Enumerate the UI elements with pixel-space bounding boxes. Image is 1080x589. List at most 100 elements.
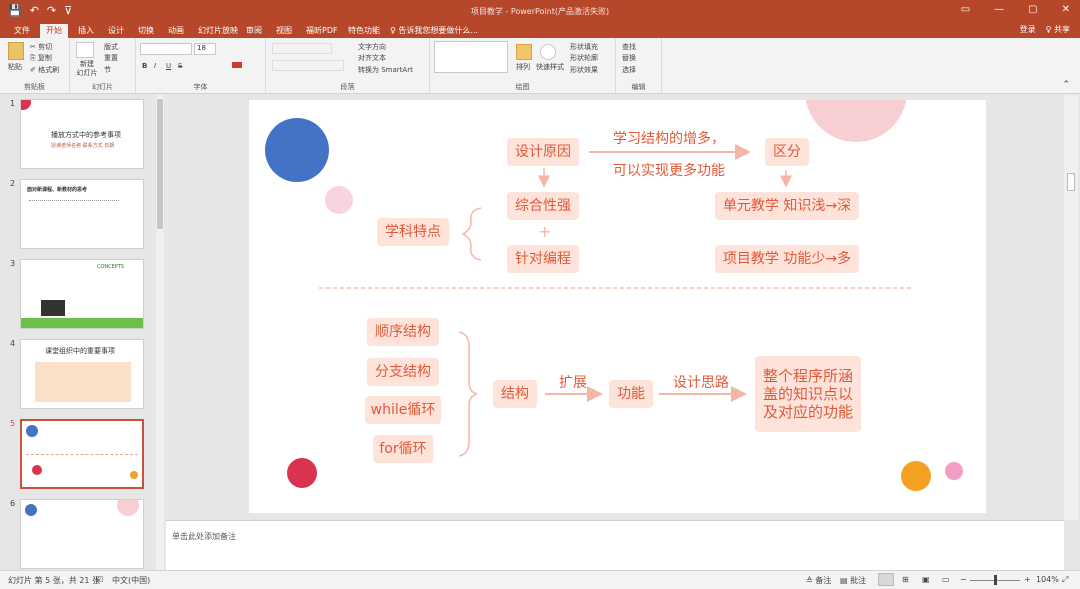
slide-sorter-icon[interactable]: ⊞ [902,575,909,584]
unit-teaching-box[interactable]: 单元教学 知识浅→深 [715,192,859,220]
close-icon[interactable]: ✕ [1062,4,1070,15]
group-drawing: 排列 快速样式 形状填充 形状轮廓 形状效果 绘图 [430,38,616,94]
reading-view-icon[interactable]: ▣ [922,575,930,584]
shape-outline-button[interactable]: 形状轮廓 [570,53,598,63]
structure-box[interactable]: 结构 [493,380,537,408]
format-painter-button[interactable]: ✐ 格式刷 [30,65,59,75]
normal-view-icon[interactable] [878,573,894,586]
new-slide-icon[interactable] [76,42,94,58]
notes-pane[interactable]: 单击此处添加备注 [166,520,1064,570]
tab-review[interactable]: 审阅 [240,24,268,38]
editor-scrollbar[interactable] [1064,95,1078,520]
arrange-button[interactable]: 排列 [516,62,530,72]
scroll-thumb[interactable] [157,99,163,229]
tab-file[interactable]: 文件 [8,24,36,38]
zoom-slider-thumb[interactable] [994,575,997,585]
slide-thumbnail-3[interactable]: CONCEPTS [20,259,144,329]
strikethrough-button[interactable]: S [178,62,182,70]
minimize-icon[interactable]: — [994,4,1004,15]
layout-button[interactable]: 版式 [104,42,118,52]
group-editing: 查找 替换 选择 编辑 [616,38,662,94]
structure-item-branch[interactable]: 分支结构 [367,358,439,386]
list-buttons[interactable] [272,43,332,54]
paste-icon[interactable] [8,42,24,60]
zoom-level[interactable]: 104% [1036,575,1059,584]
font-color-icon[interactable] [232,62,242,68]
cut-button[interactable]: ✂ 剪切 [30,42,52,52]
quick-styles-icon[interactable] [540,44,556,60]
tab-insert[interactable]: 插入 [72,24,100,38]
function-box[interactable]: 功能 [609,380,653,408]
structure-item-while[interactable]: while循环 [365,396,441,424]
tell-me-search[interactable]: ♀ 告诉我您想要做什么... [384,24,484,38]
section-button[interactable]: 节 [104,65,111,75]
align-text-button[interactable]: 对齐文本 [358,53,386,63]
spellcheck-icon[interactable]: ☑ [96,575,103,584]
underline-button[interactable]: U [166,62,171,70]
replace-button[interactable]: 替换 [622,53,636,63]
targeted-programming-box[interactable]: 针对编程 [507,245,579,273]
notes-placeholder: 单击此处添加备注 [172,532,236,541]
login-button[interactable]: 登录 [1020,24,1036,36]
tab-animations[interactable]: 动画 [162,24,190,38]
tab-slideshow[interactable]: 幻灯片放映 [192,24,244,38]
slide-thumbnail-2[interactable]: 面对新课程、新教材的思考 [20,179,144,249]
tab-home[interactable]: 开始 [40,24,68,38]
tab-design[interactable]: 设计 [102,24,130,38]
project-teaching-box[interactable]: 项目教学 功能少→多 [715,245,859,273]
shapes-gallery[interactable] [434,41,508,73]
ribbon-display-icon[interactable]: ▭ [961,4,970,15]
align-buttons[interactable] [272,60,344,71]
window-title: 项目教学 - PowerPoint(产品激活失败) [470,7,610,16]
group-label: 剪贴板 [24,83,45,91]
thumb-title: 面对新课程、新教材的思考 [27,187,88,193]
text-direction-button[interactable]: 文字方向 [358,42,386,52]
slide-thumbnail-5[interactable] [20,419,144,489]
distinguish-box[interactable]: 区分 [765,138,809,166]
slide-thumbnail-1[interactable]: 播放方式中的参考事项 授课老师名称 联系方式 日期 [20,99,144,169]
maximize-icon[interactable]: ▢ [1028,4,1037,15]
new-slide-button[interactable]: 新建 幻灯片 [74,60,100,78]
zoom-out-icon[interactable]: − [960,575,967,584]
arrow-label-1: 学习结构的增多， [613,131,725,147]
tab-transitions[interactable]: 切换 [132,24,160,38]
language-indicator[interactable]: 中文(中国) [112,575,150,586]
tab-view[interactable]: 视图 [270,24,298,38]
font-size-select[interactable]: 18 [194,43,216,55]
thumbnail-scrollbar[interactable] [156,95,164,570]
select-button[interactable]: 选择 [622,65,636,75]
subject-feature-box[interactable]: 学科特点 [377,218,449,246]
scroll-thumb[interactable] [1067,173,1075,191]
structure-item-for[interactable]: for循环 [373,435,433,463]
slide-canvas[interactable]: 设计原因 学习结构的增多， 可以实现更多功能 区分 综合性强 + 针对编程 学科… [249,100,986,513]
comments-toggle-button[interactable]: ▤ 批注 [840,575,866,586]
find-button[interactable]: 查找 [622,42,636,52]
reset-button[interactable]: 重置 [104,53,118,63]
copy-button[interactable]: ⎘ 复制 [30,53,52,63]
fit-slide-icon[interactable]: ⤢ [1062,575,1068,585]
quick-styles-button[interactable]: 快速样式 [536,62,564,72]
shape-fill-button[interactable]: 形状填充 [570,42,598,52]
font-name-select[interactable] [140,43,192,55]
tab-foxit-pdf[interactable]: 福昕PDF [300,24,344,38]
zoom-in-icon[interactable]: + [1024,575,1031,584]
comprehensive-box[interactable]: 综合性强 [507,192,579,220]
paste-button[interactable]: 粘贴 [8,62,22,72]
thumb-number: 1 [10,99,16,108]
italic-button[interactable]: I [154,62,156,70]
result-box[interactable]: 整个程序所涵盖的知识点以及对应的功能 [755,356,861,432]
structure-item-sequence[interactable]: 顺序结构 [367,318,439,346]
slide-thumbnail-4[interactable]: 课堂组织中的重要事项 [20,339,144,409]
arrange-icon[interactable] [516,44,532,60]
notes-toggle-button[interactable]: ≜ 备注 [806,575,831,586]
design-reason-box[interactable]: 设计原因 [507,138,579,166]
shape-effects-button[interactable]: 形状效果 [570,65,598,75]
account-area: 登录 ♀ 共享 [1020,24,1070,36]
slideshow-icon[interactable]: ▭ [942,575,950,584]
smartart-button[interactable]: 转换为 SmartArt [358,65,413,75]
slide-thumbnail-6[interactable] [20,499,144,569]
share-button[interactable]: ♀ 共享 [1046,24,1070,36]
collapse-ribbon-icon[interactable]: ⌃ [1062,80,1070,90]
bold-button[interactable]: B [142,62,147,70]
tab-features[interactable]: 特色功能 [342,24,386,38]
